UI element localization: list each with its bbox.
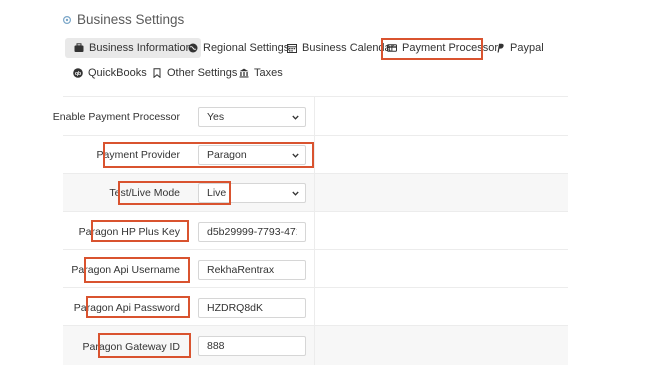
enable-payment-processor-select[interactable]: Yes <box>198 107 306 127</box>
highlight-hp-plus-key-label <box>91 220 189 242</box>
calendar-icon <box>287 44 297 53</box>
tab-quickbooks[interactable]: qb QuickBooks <box>73 63 147 83</box>
row-divider <box>63 325 568 326</box>
tab-label: Other Settings <box>167 67 238 79</box>
tab-label: Business Information <box>89 42 192 54</box>
gateway-id-input[interactable]: 888 <box>198 336 306 356</box>
tab-label: Paypal <box>510 42 544 54</box>
chevron-down-icon <box>292 191 299 196</box>
tab-other-settings[interactable]: Other Settings <box>152 63 237 83</box>
highlight-payment-processor-tab <box>381 38 483 60</box>
enable-payment-processor-value: Yes <box>207 111 225 123</box>
bookmark-icon <box>153 68 161 78</box>
tab-taxes[interactable]: Taxes <box>239 63 283 83</box>
api-username-input[interactable]: RekhaRentrax <box>198 260 306 280</box>
row-divider <box>63 135 568 136</box>
tab-business-calendar[interactable]: Business Calendar <box>287 38 394 58</box>
quickbooks-icon: qb <box>73 68 83 78</box>
page-title: Business Settings <box>77 12 185 27</box>
chevron-down-icon <box>292 115 299 120</box>
column-divider <box>314 96 315 365</box>
enable-payment-processor-label: Enable Payment Processor <box>52 111 180 123</box>
tab-paypal[interactable]: Paypal <box>495 38 544 58</box>
briefcase-icon <box>74 43 84 52</box>
gear-icon <box>62 15 72 24</box>
highlight-api-password-label <box>86 296 190 318</box>
api-password-value: HZDRQ8dK <box>207 302 264 314</box>
highlight-payment-provider <box>103 142 314 168</box>
highlight-test-live-mode <box>118 181 231 205</box>
globe-icon <box>188 43 198 53</box>
tab-label: Taxes <box>254 67 283 79</box>
hp-plus-key-input[interactable]: d5b29999-7793-4712-8a <box>198 222 306 242</box>
page-title-area: Business Settings <box>62 12 184 27</box>
api-password-input[interactable]: HZDRQ8dK <box>198 298 306 318</box>
gateway-id-value: 888 <box>207 340 225 352</box>
highlight-api-username-label <box>84 257 190 283</box>
hp-plus-key-value: d5b29999-7793-4712-8a <box>207 226 297 238</box>
paypal-icon <box>497 43 504 53</box>
row-divider <box>63 287 568 288</box>
tab-label: Regional Settings <box>203 42 290 54</box>
bank-icon <box>239 68 249 78</box>
row-divider <box>63 249 568 250</box>
tab-business-information[interactable]: Business Information <box>65 38 201 58</box>
svg-text:qb: qb <box>75 71 81 77</box>
tab-regional-settings[interactable]: Regional Settings <box>188 38 289 58</box>
api-username-value: RekhaRentrax <box>207 264 275 276</box>
row-divider <box>63 173 568 174</box>
tab-label: QuickBooks <box>88 67 147 79</box>
highlight-gateway-id-label <box>98 333 191 358</box>
row-divider <box>63 211 568 212</box>
row-divider <box>63 96 568 97</box>
